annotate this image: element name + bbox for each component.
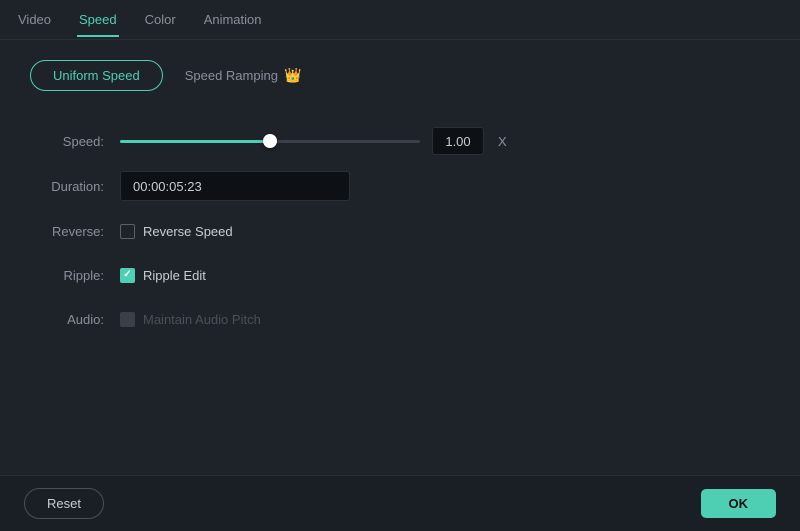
mode-toggles: Uniform Speed Speed Ramping 👑 bbox=[30, 60, 770, 91]
speed-slider-track[interactable] bbox=[120, 140, 420, 143]
reset-button[interactable]: Reset bbox=[24, 488, 104, 519]
duration-label: Duration: bbox=[30, 179, 120, 194]
speed-row: Speed: X bbox=[30, 119, 770, 163]
duration-field[interactable]: 00:00:05:23 bbox=[120, 171, 350, 201]
app-container: Video Speed Color Animation Uniform Spee… bbox=[0, 0, 800, 531]
speed-ramping-button[interactable]: Speed Ramping 👑 bbox=[163, 60, 324, 91]
duration-value: 00:00:05:23 bbox=[133, 179, 202, 194]
tab-speed[interactable]: Speed bbox=[77, 2, 119, 37]
ripple-row: Ripple: Ripple Edit bbox=[30, 253, 770, 297]
form-rows: Speed: X Duration: 00:00:05:23 bbox=[30, 119, 770, 341]
audio-control: Maintain Audio Pitch bbox=[120, 312, 770, 327]
duration-row: Duration: 00:00:05:23 bbox=[30, 163, 770, 209]
tab-video[interactable]: Video bbox=[16, 2, 53, 37]
speed-ramping-label: Speed Ramping bbox=[185, 68, 278, 83]
reverse-checkbox-text: Reverse Speed bbox=[143, 224, 233, 239]
speed-value-input[interactable] bbox=[432, 127, 484, 155]
bottom-bar: Reset OK bbox=[0, 475, 800, 531]
ripple-checkbox-label[interactable]: Ripple Edit bbox=[120, 268, 206, 283]
duration-control: 00:00:05:23 bbox=[120, 171, 770, 201]
reverse-row: Reverse: Reverse Speed bbox=[30, 209, 770, 253]
main-content: Uniform Speed Speed Ramping 👑 Speed: X bbox=[0, 40, 800, 475]
ripple-control: Ripple Edit bbox=[120, 268, 770, 283]
reverse-control: Reverse Speed bbox=[120, 224, 770, 239]
audio-checkbox bbox=[120, 312, 135, 327]
crown-icon: 👑 bbox=[284, 67, 301, 84]
audio-disabled-group: Maintain Audio Pitch bbox=[120, 312, 261, 327]
speed-slider-fill bbox=[120, 140, 270, 143]
reverse-label: Reverse: bbox=[30, 224, 120, 239]
speed-unit: X bbox=[498, 134, 507, 149]
reverse-checkbox[interactable] bbox=[120, 224, 135, 239]
ripple-checkbox[interactable] bbox=[120, 268, 135, 283]
speed-control: X bbox=[120, 127, 770, 155]
audio-row: Audio: Maintain Audio Pitch bbox=[30, 297, 770, 341]
audio-label: Audio: bbox=[30, 312, 120, 327]
speed-label: Speed: bbox=[30, 134, 120, 149]
audio-checkbox-text: Maintain Audio Pitch bbox=[143, 312, 261, 327]
ok-button[interactable]: OK bbox=[701, 489, 777, 518]
tab-animation[interactable]: Animation bbox=[202, 2, 264, 37]
reverse-checkbox-label[interactable]: Reverse Speed bbox=[120, 224, 233, 239]
top-nav: Video Speed Color Animation bbox=[0, 0, 800, 40]
uniform-speed-button[interactable]: Uniform Speed bbox=[30, 60, 163, 91]
tab-color[interactable]: Color bbox=[143, 2, 178, 37]
ripple-checkbox-text: Ripple Edit bbox=[143, 268, 206, 283]
speed-slider-thumb[interactable] bbox=[263, 134, 277, 148]
ripple-label: Ripple: bbox=[30, 268, 120, 283]
